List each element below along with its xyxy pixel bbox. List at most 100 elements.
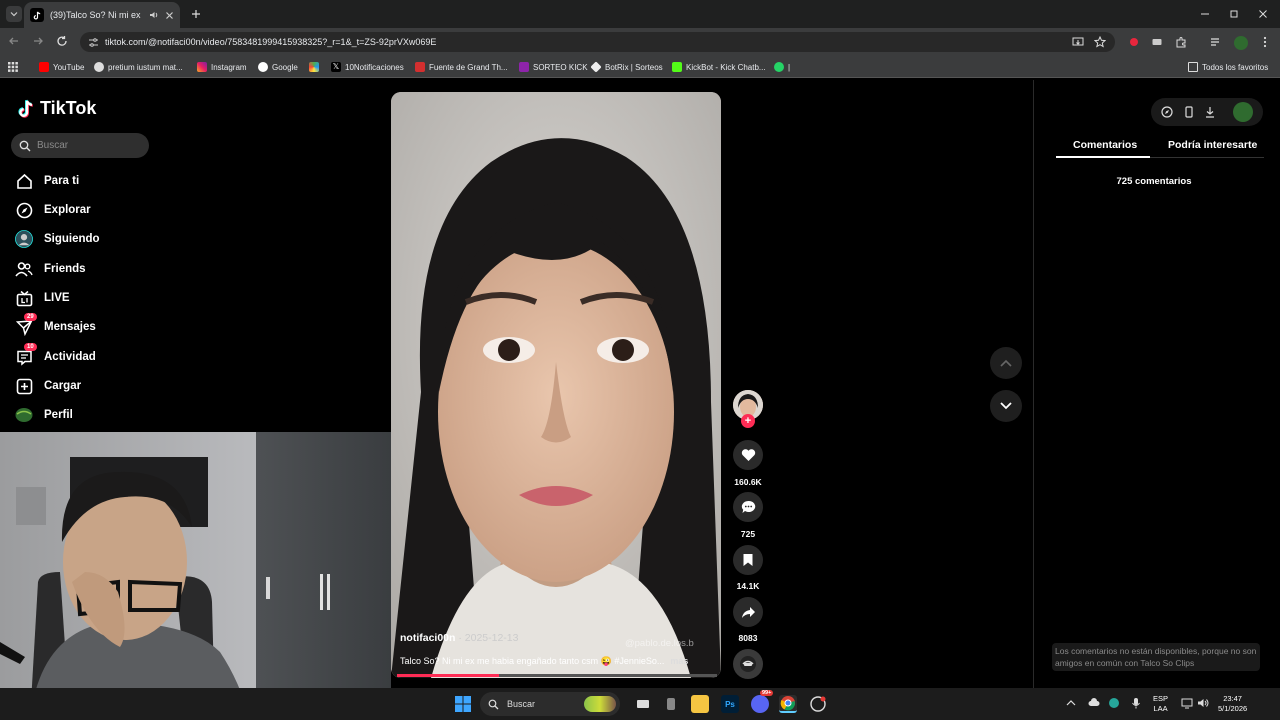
music-disc-icon (740, 656, 756, 672)
tab-search-icon[interactable] (6, 6, 22, 22)
tray-overflow-icon[interactable] (1066, 699, 1076, 706)
tab-comentarios[interactable]: Comentarios (1073, 139, 1137, 151)
explore-compass-icon[interactable] (1160, 105, 1174, 119)
install-app-icon[interactable] (1072, 36, 1085, 49)
bookmark-instagram[interactable]: Instagram (197, 61, 247, 73)
bookmark-google[interactable]: Google (258, 61, 298, 73)
nav-siguiendo[interactable]: Siguiendo (15, 229, 100, 249)
extension-icon[interactable] (1151, 36, 1164, 49)
profile-avatar-icon (15, 406, 33, 424)
speaker-icon[interactable] (149, 10, 159, 20)
discord-icon[interactable]: 99+ (751, 690, 774, 713)
new-tab-icon[interactable] (188, 6, 204, 22)
photoshop-icon[interactable]: Ps (721, 695, 739, 713)
bookmark-kickbot[interactable]: KickBot - Kick Chatb... (672, 61, 766, 73)
nav-friends[interactable]: Friends (15, 259, 86, 279)
next-video-button[interactable] (990, 390, 1022, 422)
bookmark-fuente-gta[interactable]: Fuente de Grand Th... (415, 61, 508, 73)
music-disc-button[interactable] (733, 649, 763, 679)
tiktok-logo[interactable]: TikTok (16, 98, 96, 119)
bookmark-10notificaciones[interactable]: 𝕏 10Notificaciones (331, 61, 404, 73)
taskbar-search[interactable]: Buscar (480, 692, 620, 716)
bookmark-pretium[interactable]: pretium iustum mat... (94, 61, 183, 73)
tray-app-icon[interactable] (1108, 697, 1120, 709)
following-avatar-icon (15, 230, 33, 248)
bookmark-whatsapp[interactable]: | (774, 61, 790, 73)
save-count: 14.1K (736, 581, 760, 591)
video-author[interactable]: notifaci00n · 2025-12-13 (400, 632, 518, 644)
close-window-icon[interactable] (1256, 7, 1270, 21)
previous-video-button[interactable] (990, 347, 1022, 379)
tiktok-favicon-icon (30, 8, 44, 22)
forward-icon[interactable] (32, 35, 46, 49)
nav-perfil[interactable]: Perfil (15, 405, 73, 425)
activity-badge: 10 (24, 343, 37, 351)
network-icon[interactable] (1181, 697, 1193, 709)
clock[interactable]: 23:47 5/1/2026 (1218, 694, 1247, 714)
reload-icon[interactable] (56, 35, 70, 49)
nav-explorar[interactable]: Explorar (15, 200, 91, 220)
bookmark-youtube[interactable]: YouTube (39, 61, 84, 73)
chrome-taskbar-icon[interactable] (779, 695, 797, 713)
clock-time: 23:47 (1223, 694, 1242, 703)
volume-icon[interactable] (1197, 697, 1209, 709)
tiktok-search[interactable] (11, 133, 149, 158)
user-avatar-icon[interactable] (1233, 102, 1253, 122)
bookmark-botrix[interactable]: BotRix | Sorteos (590, 61, 663, 73)
obs-icon[interactable] (809, 695, 827, 713)
task-view-icon[interactable] (634, 695, 652, 713)
comment-button[interactable] (733, 492, 763, 522)
cloud-icon[interactable] (1088, 698, 1100, 707)
font-icon (415, 62, 425, 72)
bookmark-pinwheel[interactable] (309, 61, 319, 73)
whatsapp-icon (774, 62, 784, 72)
apps-grid-icon[interactable] (8, 61, 18, 73)
nav-mensajes[interactable]: 29 Mensajes (15, 313, 96, 337)
profile-avatar-icon[interactable] (1234, 36, 1248, 50)
extensions-puzzle-icon[interactable] (1175, 36, 1188, 49)
video-frame-image (391, 92, 721, 678)
restore-icon[interactable] (1227, 7, 1241, 21)
chevron-up-icon (1000, 359, 1012, 367)
nav-para-ti[interactable]: Para ti (15, 171, 79, 191)
browser-tab[interactable]: (39)Talco So? Ni mi ex me h (24, 2, 180, 28)
media-control-icon[interactable] (1210, 36, 1223, 49)
file-explorer-icon[interactable] (691, 695, 709, 713)
follow-button[interactable]: + (741, 414, 755, 428)
language-indicator[interactable]: ESP LAA (1153, 694, 1168, 714)
nav-cargar[interactable]: Cargar (15, 376, 81, 396)
phone-icon[interactable] (1182, 105, 1196, 119)
save-button[interactable] (733, 545, 763, 575)
caption-more-link[interactable]: más (670, 656, 688, 666)
share-count: 8083 (738, 633, 758, 643)
nav-live[interactable]: LIVE (15, 288, 70, 308)
activity-icon: 10 (15, 343, 37, 366)
heart-icon (741, 449, 755, 461)
google-icon (258, 62, 268, 72)
search-input[interactable] (37, 140, 137, 151)
like-button[interactable] (733, 440, 763, 470)
youtube-icon (39, 62, 49, 72)
record-extension-icon[interactable] (1128, 36, 1141, 49)
minimize-icon[interactable] (1198, 7, 1212, 21)
site-info-icon[interactable] (88, 37, 99, 48)
sorteo-icon (519, 62, 529, 72)
live-icon (15, 289, 33, 307)
video-progress-bar[interactable] (397, 674, 717, 677)
url-text[interactable]: tiktok.com/@notifaci00n/video/7583481999… (105, 37, 436, 47)
video-player[interactable]: @pablo.de.los.b (391, 92, 721, 678)
nav-actividad[interactable]: 10 Actividad (15, 343, 96, 367)
tab-podria-interesarte[interactable]: Podría interesarte (1168, 139, 1257, 151)
microphone-icon[interactable] (1131, 697, 1141, 709)
close-tab-icon[interactable] (165, 11, 174, 20)
browser-menu-icon[interactable] (1259, 36, 1272, 49)
bookmark-sorteo-kick[interactable]: SORTEO KICK (519, 61, 588, 73)
all-bookmarks-folder[interactable]: Todos los favoritos (1188, 61, 1268, 73)
share-button[interactable] (733, 597, 763, 627)
download-icon[interactable] (1203, 105, 1217, 119)
back-icon[interactable] (8, 35, 22, 49)
bookmark-star-icon[interactable] (1094, 36, 1107, 49)
media-player-icon[interactable] (662, 695, 680, 713)
windows-start-icon[interactable] (454, 695, 472, 713)
comment-icon (741, 500, 755, 513)
